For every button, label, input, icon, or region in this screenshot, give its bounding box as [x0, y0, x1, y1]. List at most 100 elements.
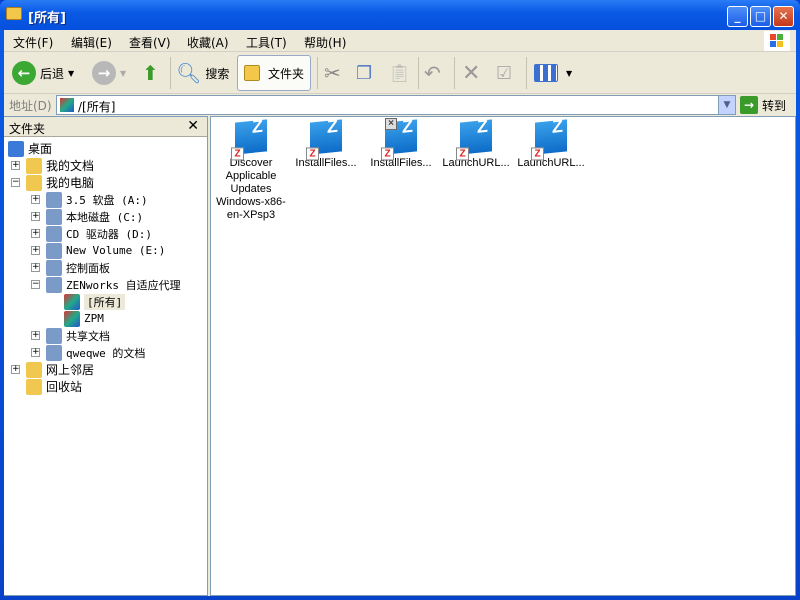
go-label: 转到 — [762, 98, 787, 113]
search-button[interactable]: 🔍︎ 搜索 — [176, 55, 229, 91]
folder-icon — [6, 7, 22, 20]
address-dropdown[interactable]: ▼ — [718, 96, 735, 114]
folders-label: 文件夹 — [268, 66, 305, 81]
collapse-icon[interactable]: − — [31, 280, 40, 289]
tree-item[interactable]: − ZENworks 自适应代理 — [31, 276, 181, 293]
file-item-label: InstallFiles... — [295, 157, 357, 169]
expand-icon[interactable]: + — [31, 348, 40, 357]
minimize-button[interactable]: _ — [727, 6, 748, 27]
tree-item[interactable]: [所有] — [64, 293, 126, 310]
expand-icon[interactable]: + — [11, 161, 20, 170]
expand-icon[interactable]: + — [31, 212, 40, 221]
zenworks-badge-icon: Z — [456, 147, 469, 161]
back-button[interactable]: ← 后退 ▼ — [12, 55, 74, 91]
tree-node-icon — [64, 310, 80, 327]
tree-item[interactable]: + 控制面板 — [31, 259, 110, 276]
tree-node-icon — [64, 293, 80, 310]
file-item-label: LaunchURL... — [517, 157, 585, 169]
expand-icon[interactable]: + — [31, 331, 40, 340]
file-item[interactable]: Z × Z InstallFiles... — [363, 116, 439, 170]
tree-item-label: 回收站 — [46, 380, 83, 394]
tree-node-icon — [46, 259, 62, 276]
menu-edit[interactable]: 编辑(E) — [71, 34, 112, 51]
menu-file[interactable]: 文件(F) — [13, 34, 53, 51]
close-button[interactable]: ✕ — [773, 6, 794, 27]
tree-item-label: 控制面板 — [66, 261, 110, 275]
views-button[interactable]: ▼ — [534, 55, 572, 91]
address-input[interactable]: /[所有] ▼ — [56, 95, 736, 115]
zenworks-bundle-icon: ZZ — [306, 116, 342, 161]
tree-item[interactable]: + CD 驱动器 (D:) — [31, 225, 152, 242]
tree-item[interactable]: + 网上邻居 — [11, 361, 94, 378]
tree-item[interactable]: + qweqwe 的文档 — [31, 344, 146, 361]
folders-button[interactable]: 文件夹 — [237, 55, 312, 91]
zenworks-badge-icon: Z — [531, 147, 544, 161]
go-button[interactable]: → 转到 — [740, 96, 786, 114]
tree-item[interactable]: 回收站 — [26, 378, 82, 395]
delete-x-icon: ✕ — [462, 60, 481, 86]
expand-icon[interactable]: + — [31, 246, 40, 255]
tree-item[interactable]: +3.5 软盘 (A:) — [31, 191, 148, 208]
tree-node-icon — [46, 344, 62, 361]
copy-icon: ❐ — [356, 62, 373, 84]
collapse-icon[interactable]: − — [11, 178, 20, 187]
address-label: 地址(D) — [9, 99, 52, 113]
folder-icon — [244, 65, 260, 81]
expand-icon[interactable]: + — [31, 229, 40, 238]
zenworks-bundle-icon: ZZ — [456, 116, 492, 161]
menu-favorites[interactable]: 收藏(A) — [187, 34, 229, 51]
menu-tools[interactable]: 工具(T) — [246, 34, 287, 51]
file-view: Z Z Discover Applicable Updates Windows-x8… — [210, 116, 796, 596]
file-item[interactable]: Z Z InstallFiles... — [288, 116, 364, 170]
forward-button[interactable]: → ▼ — [92, 55, 126, 91]
properties-button[interactable]: ☑ — [496, 55, 512, 91]
search-icon: 🔍︎ — [176, 61, 202, 85]
panel-close-button[interactable]: ✕ — [187, 118, 199, 134]
tree-item-label: 桌面 — [28, 142, 53, 156]
menu-view[interactable]: 查看(V) — [129, 34, 171, 51]
file-item[interactable]: Z Z LaunchURL... — [513, 116, 589, 170]
expand-icon[interactable]: + — [11, 365, 20, 374]
undo-button[interactable]: ↶ — [424, 55, 441, 91]
tree-item-label: [所有] — [84, 293, 126, 310]
tree-item[interactable]: + 我的文档 — [11, 157, 95, 174]
file-item[interactable]: Z Z LaunchURL... — [438, 116, 514, 170]
tree-item-label: CD 驱动器 (D:) — [66, 227, 152, 241]
delete-button[interactable]: ✕ — [462, 55, 480, 91]
tree-item[interactable]: + 本地磁盘 (C:) — [31, 208, 143, 225]
tree-item[interactable]: − 我的电脑 — [11, 174, 94, 191]
tree-item[interactable]: 桌面 — [8, 140, 52, 157]
title-bar: [所有] _ □ ✕ — [0, 0, 800, 30]
tree-node-icon — [46, 327, 62, 344]
file-item-label: InstallFiles... — [370, 157, 432, 169]
file-item-label: Discover Applicable Updates Windows-x86-… — [216, 157, 286, 221]
menu-help[interactable]: 帮助(H) — [304, 34, 346, 51]
expand-icon[interactable]: + — [31, 195, 40, 204]
file-item[interactable]: Z Z Discover Applicable Updates Windows-x8… — [213, 116, 289, 222]
tree-item-label: 我的文档 — [46, 159, 95, 173]
zenworks-badge-icon: Z — [231, 147, 244, 161]
search-label: 搜索 — [205, 66, 230, 81]
cut-button[interactable]: ✂ — [324, 55, 341, 91]
scissors-icon: ✂ — [324, 61, 341, 85]
tree-item-label: qweqwe 的文档 — [66, 346, 146, 360]
up-folder-icon: ⬆ — [142, 61, 159, 85]
expand-icon[interactable]: + — [31, 263, 40, 272]
address-bar: 地址(D) /[所有] ▼ → 转到 — [4, 94, 796, 116]
paste-button[interactable]: 📋︎ — [388, 55, 411, 91]
forward-arrow-icon: → — [92, 61, 116, 85]
tree-node-icon — [46, 242, 62, 259]
maximize-button[interactable]: □ — [750, 6, 771, 27]
tree-node-icon — [46, 276, 62, 293]
tree-item-label: New Volume (E:) — [66, 244, 166, 257]
up-folder-button[interactable]: ⬆ — [142, 55, 159, 91]
tree-item[interactable]: + New Volume (E:) — [31, 242, 166, 259]
tree-node-icon — [8, 140, 24, 157]
zenworks-bundle-icon: Z × Z — [381, 116, 417, 161]
tree-node-icon — [46, 191, 62, 208]
tree-item[interactable]: + 共享文档 — [31, 327, 110, 344]
copy-button[interactable]: ❐ — [356, 55, 372, 91]
back-label: 后退 — [40, 66, 65, 81]
tree-item[interactable]: ZPM — [64, 310, 104, 327]
address-value: /[所有] — [78, 100, 116, 114]
